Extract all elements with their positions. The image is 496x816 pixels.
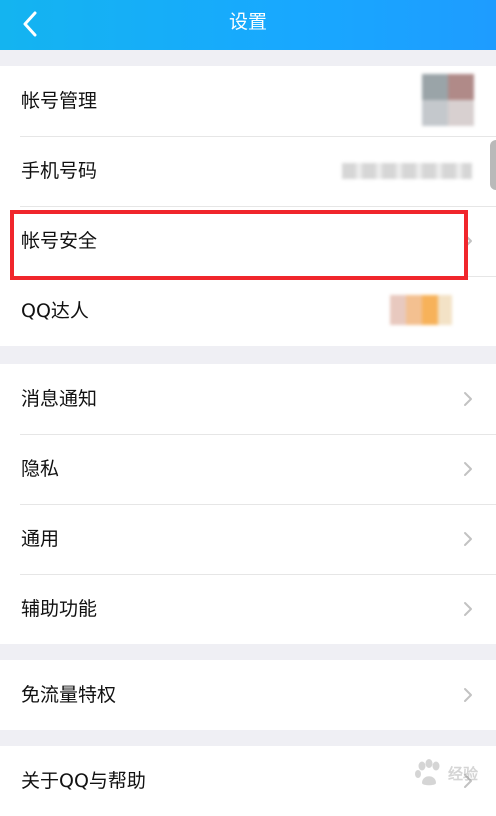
chevron-right-icon	[464, 234, 472, 248]
chevron-right-icon	[464, 532, 472, 546]
chevron-right-icon	[464, 602, 472, 616]
settings-row-accessibility[interactable]: 辅助功能	[0, 574, 496, 644]
row-label: 帐号安全	[21, 230, 98, 252]
chevron-right-icon	[464, 462, 472, 476]
settings-row-privacy[interactable]: 隐私	[0, 434, 496, 504]
scrollbar	[490, 140, 496, 190]
chevron-right-icon	[464, 688, 472, 702]
baidu-paw-icon	[414, 759, 440, 786]
chevron-right-icon	[464, 392, 472, 406]
settings-row-general[interactable]: 通用	[0, 504, 496, 574]
data-privilege-group: 免流量特权	[0, 660, 496, 730]
qq-expert-badge	[390, 295, 452, 325]
general-settings-group: 消息通知 隐私 通用 辅助功能	[0, 364, 496, 644]
row-label: 消息通知	[21, 388, 98, 410]
title-bar: 设置	[0, 0, 496, 50]
settings-row-free-data[interactable]: 免流量特权	[0, 660, 496, 730]
row-label: 通用	[21, 528, 60, 550]
settings-row-account-management[interactable]: 帐号管理	[0, 66, 496, 136]
row-label: 辅助功能	[21, 598, 98, 620]
account-settings-group: 帐号管理 手机号码 帐号安全 QQ达人	[0, 66, 496, 346]
row-label: 手机号码	[21, 160, 98, 182]
settings-row-notifications[interactable]: 消息通知	[0, 364, 496, 434]
page-title: 设置	[228, 11, 267, 33]
watermark: 经验	[414, 759, 478, 787]
row-label: 关于QQ与帮助	[21, 770, 146, 792]
row-label: 免流量特权	[21, 684, 117, 706]
settings-row-phone-number[interactable]: 手机号码	[0, 136, 496, 206]
row-label: 隐私	[21, 458, 60, 480]
settings-row-qq-expert[interactable]: QQ达人	[0, 276, 496, 346]
row-label: QQ达人	[21, 300, 89, 322]
settings-row-account-security[interactable]: 帐号安全	[0, 206, 496, 276]
watermark-text: 经验	[447, 764, 478, 783]
avatar	[422, 74, 474, 126]
phone-number-value	[342, 163, 472, 179]
row-label: 帐号管理	[21, 90, 98, 112]
